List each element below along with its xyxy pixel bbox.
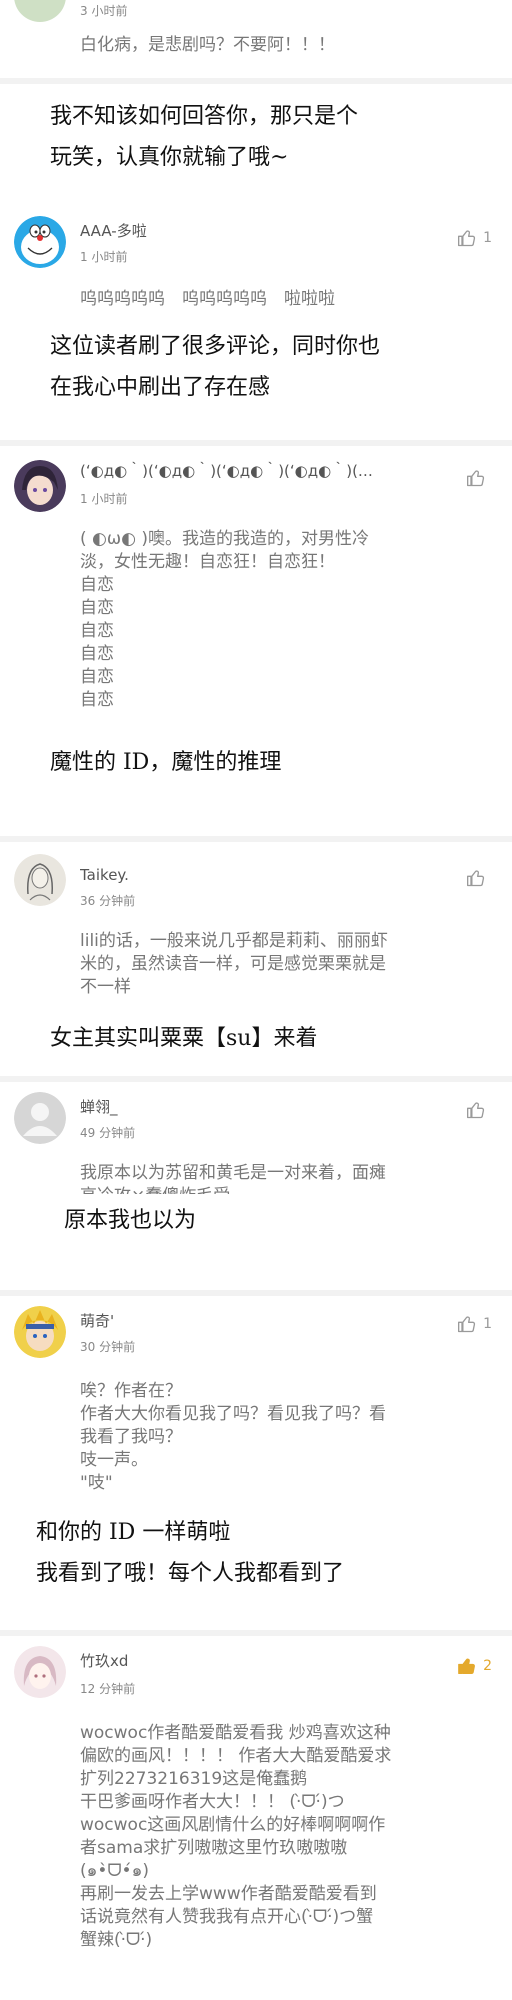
author-reply: 和你的 ID 一样萌啦 我看到了哦！每个人我都看到了	[0, 1512, 512, 1634]
like-button[interactable]: 2	[457, 1656, 492, 1676]
comment-time: 49 分钟前	[80, 1126, 136, 1140]
like-button[interactable]	[466, 1100, 492, 1120]
comment-text: wocwoc作者酷爱酷爱看我 炒鸡喜欢这种 偏欧的画风！！！！ 作者大大酷爱酷爱…	[80, 1723, 392, 1950]
username[interactable]: AAA-多啦	[80, 220, 380, 241]
comment-time: 1 小时前	[80, 492, 128, 506]
like-button[interactable]: 1	[457, 228, 492, 248]
naruto-avatar-icon[interactable]	[14, 1306, 66, 1358]
comment-time: 3 小时前	[80, 4, 128, 18]
username[interactable]: (ʻ◐д◐｀)(ʻ◐д◐｀)(ʻ◐д◐｀)(ʻ◐д◐｀)(…	[80, 460, 410, 481]
thumbs-up-icon	[467, 870, 485, 887]
comment-text: ( ◐ω◐ )噢。我造的我造的，对男性冷 淡，女性无趣！自恋狂！自恋狂！ 自恋 …	[80, 529, 369, 710]
thumbs-up-icon	[458, 1316, 476, 1333]
thumbs-up-filled-icon	[458, 1658, 475, 1674]
reply-text: 原本我也以为	[64, 1208, 197, 1233]
comment-time: 12 分钟前	[80, 1682, 136, 1696]
author-reply: 我不知该如何回答你，那只是个 玩笑，认真你就输了哦~	[0, 84, 512, 208]
comment-top-partial: 3 小时前 白化病，是悲剧吗？不要阿！！！	[0, 0, 512, 78]
comment-item: 竹玖xd 12 分钟前 2 wocwoc作者酷爱酷爱看我 炒鸡喜欢这种 偏欧的画…	[0, 1636, 512, 2000]
reply-text: 这位读者刷了很多评论，同时你也 在我心中刷出了存在感	[50, 334, 381, 400]
username[interactable]: 萌奇'	[80, 1310, 380, 1331]
author-reply: 魔性的 ID，魔性的推理	[0, 740, 512, 816]
doraemon-icon[interactable]	[14, 216, 66, 268]
like-button[interactable]	[466, 868, 492, 888]
author-reply: 原本我也以为	[0, 1194, 512, 1290]
author-reply: 女主其实叫粟粟【su】来着	[0, 1018, 512, 1082]
sketch-avatar-icon[interactable]	[14, 854, 66, 906]
avatar-partial[interactable]	[14, 0, 66, 22]
reply-text: 女主其实叫粟粟【su】来着	[50, 1026, 318, 1051]
username[interactable]: 蝉翎_	[80, 1096, 380, 1117]
like-count: 2	[483, 1658, 492, 1674]
username[interactable]: Taikey.	[80, 866, 380, 884]
comment-time: 36 分钟前	[80, 894, 136, 908]
girl-avatar-icon[interactable]	[14, 1646, 66, 1698]
author-reply: 这位读者刷了很多评论，同时你也 在我心中刷出了存在感	[0, 326, 512, 440]
divider	[0, 1256, 512, 1262]
default-user-avatar-icon[interactable]	[14, 1092, 66, 1144]
comment-text: 白化病，是悲剧吗？不要阿！！！	[80, 35, 335, 55]
thumbs-up-icon	[467, 470, 485, 487]
comment-text: lili的话，一般来说几乎都是莉莉、丽丽虾 米的，虽然读音一样，可是感觉栗栗就是…	[80, 931, 388, 997]
comment-text: 唉？作者在？ 作者大大你看见我了吗？看见我了吗？看 我看了我吗？ 吱一声。 "吱…	[80, 1381, 386, 1493]
reply-text: 魔性的 ID，魔性的推理	[50, 750, 282, 775]
comment-item: AAA-多啦 1 小时前 1 呜呜呜呜呜 呜呜呜呜呜 啦啦啦	[0, 208, 512, 326]
reply-text: 和你的 ID 一样萌啦 我看到了哦！每个人我都看到了	[36, 1520, 345, 1586]
comment-item: 萌奇' 30 分钟前 1 唉？作者在？ 作者大大你看见我了吗？看见我了吗？看 我…	[0, 1296, 512, 1512]
comment-text: 呜呜呜呜呜 呜呜呜呜呜 啦啦啦	[80, 289, 335, 309]
username[interactable]: 竹玖xd	[80, 1650, 380, 1671]
like-count: 1	[483, 230, 492, 246]
reply-text: 我不知该如何回答你，那只是个 玩笑，认真你就输了哦~	[50, 104, 359, 170]
like-button[interactable]	[466, 468, 492, 488]
like-count: 1	[483, 1316, 492, 1332]
comment-item: Taikey. 36 分钟前 lili的话，一般来说几乎都是莉莉、丽丽虾 米的，…	[0, 842, 512, 1018]
thumbs-up-icon	[467, 1102, 485, 1119]
comment-time: 30 分钟前	[80, 1340, 136, 1354]
thumbs-up-icon	[458, 230, 476, 247]
like-button[interactable]: 1	[457, 1314, 492, 1334]
anime-girl-avatar-icon[interactable]	[14, 460, 66, 512]
comment-item: (ʻ◐д◐｀)(ʻ◐д◐｀)(ʻ◐д◐｀)(ʻ◐д◐｀)(… 1 小时前 ( ◐…	[0, 446, 512, 740]
comment-time: 1 小时前	[80, 250, 128, 264]
